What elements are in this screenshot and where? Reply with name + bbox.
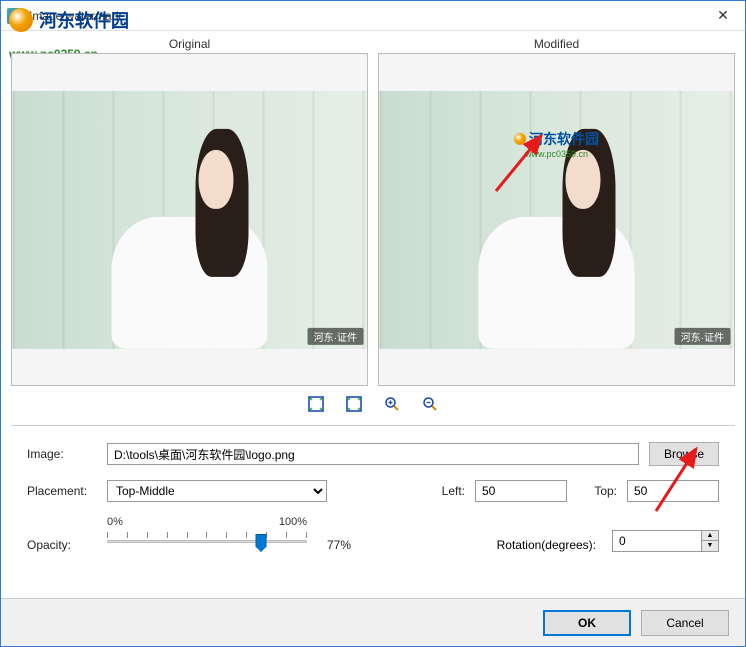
- actual-size-icon[interactable]: [345, 395, 363, 413]
- settings-form: Image: Browse Placement: Top-Middle Left…: [1, 426, 745, 576]
- opacity-min: 0%: [107, 516, 123, 528]
- left-label: Left:: [425, 484, 465, 498]
- placement-label: Placement:: [27, 484, 97, 498]
- dialog-buttons: OK Cancel: [1, 598, 745, 646]
- opacity-max: 100%: [279, 516, 307, 528]
- modified-label: Modified: [378, 37, 735, 51]
- browse-button[interactable]: Browse: [649, 442, 719, 466]
- top-label: Top:: [577, 484, 617, 498]
- zoom-in-icon[interactable]: [383, 395, 401, 413]
- placement-select[interactable]: Top-Middle: [107, 480, 327, 502]
- rotation-up[interactable]: ▲: [702, 531, 718, 541]
- left-input[interactable]: [475, 480, 567, 502]
- window-title: Image watermark: [29, 9, 701, 23]
- original-label: Original: [11, 37, 368, 51]
- zoom-out-icon[interactable]: [421, 395, 439, 413]
- image-path-input[interactable]: [107, 443, 639, 465]
- cancel-button[interactable]: Cancel: [641, 610, 729, 636]
- photo-tag: 河东·证件: [675, 328, 730, 345]
- app-icon: [7, 8, 23, 24]
- preview-area: Original 河东·证件 Modified 河东软件园 www.pc0359…: [1, 31, 745, 386]
- ok-button[interactable]: OK: [543, 610, 631, 636]
- opacity-label: Opacity:: [27, 538, 97, 552]
- image-label: Image:: [27, 447, 97, 461]
- modified-preview: 河东软件园 www.pc0359.cn 河东·证件: [378, 53, 735, 386]
- opacity-value: 77%: [327, 538, 351, 552]
- opacity-slider[interactable]: [107, 530, 307, 552]
- rotation-input[interactable]: [612, 530, 702, 552]
- zoom-toolbar: [1, 391, 745, 417]
- titlebar: Image watermark ✕: [1, 1, 745, 31]
- close-button[interactable]: ✕: [701, 1, 745, 31]
- rotation-down[interactable]: ▼: [702, 541, 718, 551]
- top-input[interactable]: [627, 480, 719, 502]
- slider-thumb[interactable]: [256, 534, 267, 552]
- photo-tag: 河东·证件: [308, 328, 363, 345]
- original-preview: 河东·证件: [11, 53, 368, 386]
- fit-window-icon[interactable]: [307, 395, 325, 413]
- rotation-label: Rotation(degrees):: [497, 538, 596, 552]
